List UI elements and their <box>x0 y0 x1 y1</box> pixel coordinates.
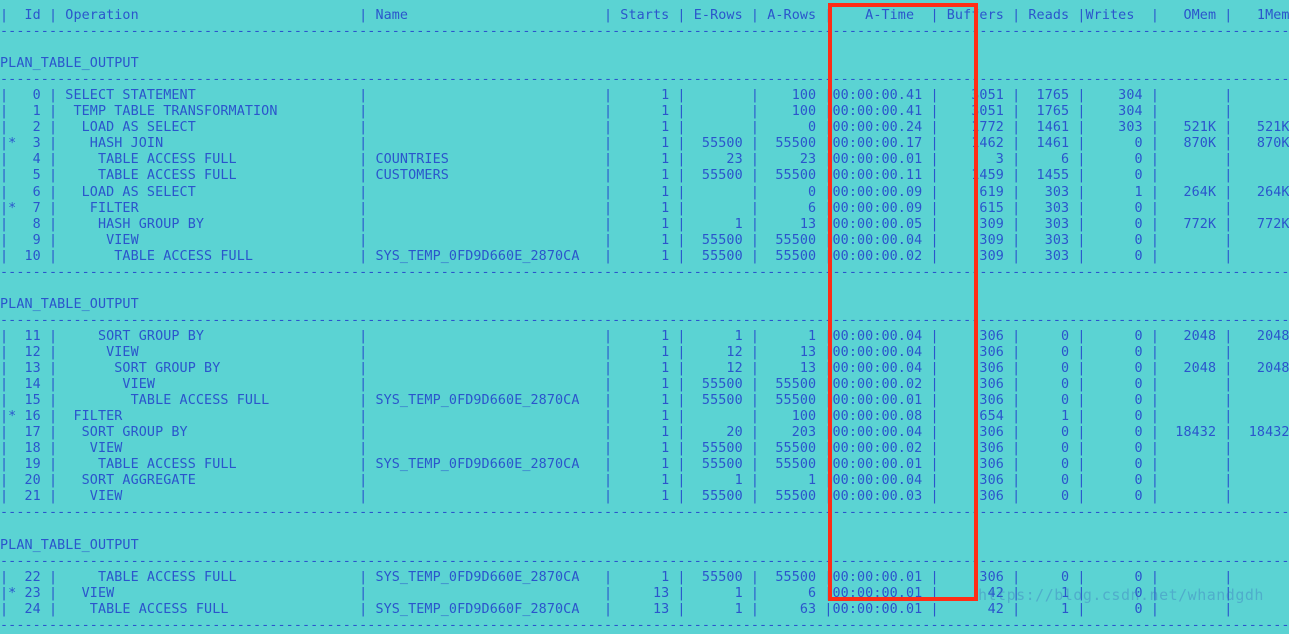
execution-plan-text: | Id | Operation | Name | Starts | E-Row… <box>0 8 1289 633</box>
terminal-window: | Id | Operation | Name | Starts | E-Row… <box>0 0 1289 633</box>
